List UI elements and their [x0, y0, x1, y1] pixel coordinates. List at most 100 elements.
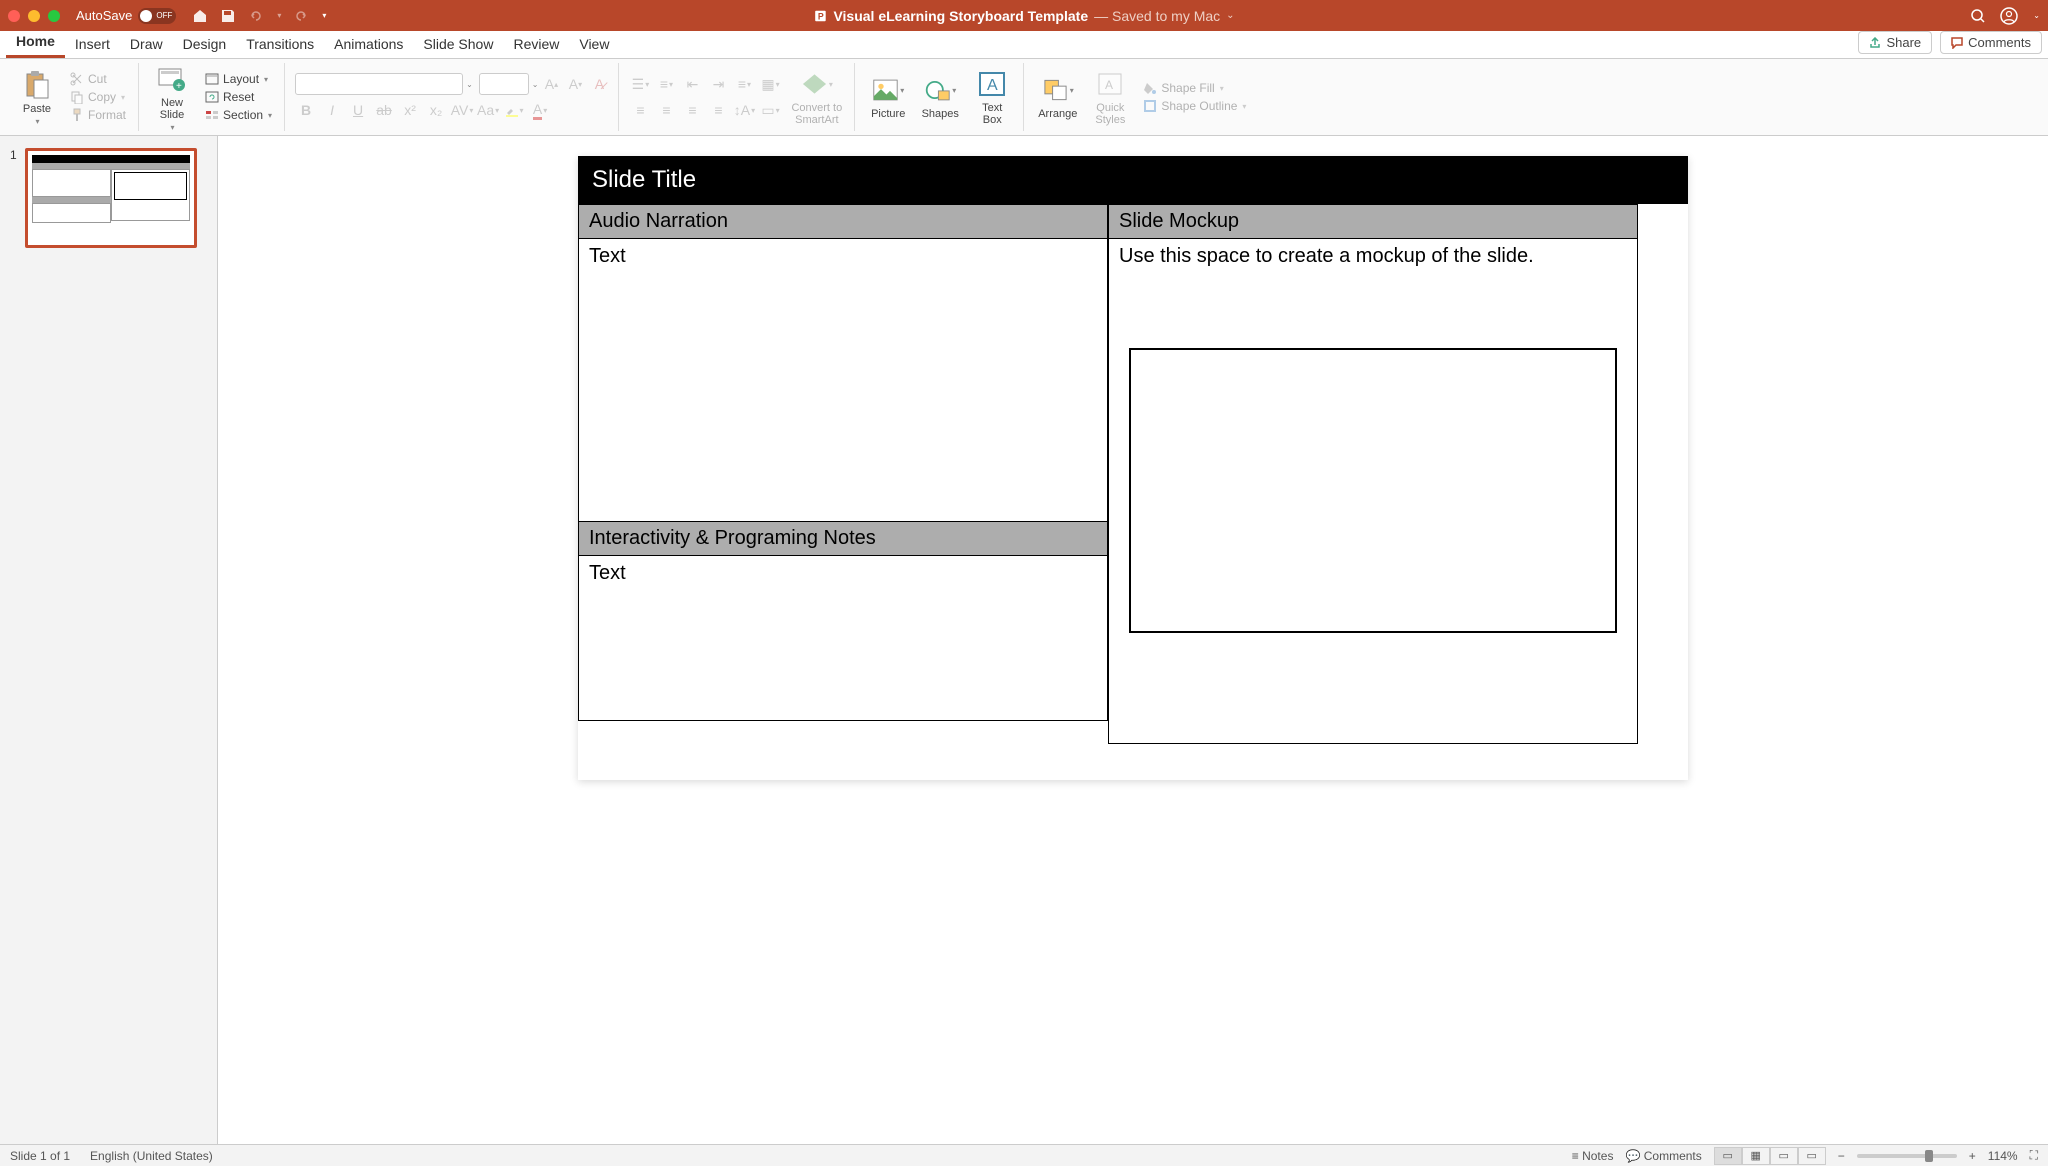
slide[interactable]: Slide Title Audio Narration Text Interac…: [578, 156, 1688, 780]
font-color-button[interactable]: A▾: [529, 99, 551, 121]
slide-title[interactable]: Slide Title: [578, 156, 1688, 204]
section-button[interactable]: Section▾: [201, 107, 276, 123]
ribbon-tabs: Home Insert Draw Design Transitions Anim…: [0, 31, 2048, 59]
document-title[interactable]: P Visual eLearning Storyboard Template —…: [813, 8, 1234, 24]
zoom-in-button[interactable]: +: [1969, 1149, 1976, 1163]
qat-customize[interactable]: ▾: [322, 11, 326, 20]
superscript-button[interactable]: x²: [399, 99, 421, 121]
textbox-button[interactable]: A Text Box: [969, 66, 1015, 128]
shape-fill-button[interactable]: Shape Fill▾: [1139, 80, 1250, 96]
maximize-window-button[interactable]: [48, 10, 60, 22]
arrange-button[interactable]: ▾ Arrange: [1034, 72, 1081, 122]
copy-button[interactable]: Copy▾: [66, 89, 130, 105]
undo-dropdown[interactable]: ▾: [277, 11, 281, 20]
cut-button[interactable]: Cut: [66, 71, 130, 87]
account-dropdown[interactable]: ⌄: [2033, 11, 2040, 20]
reading-view-button[interactable]: ▭: [1770, 1147, 1798, 1165]
redo-icon[interactable]: [293, 8, 309, 24]
quick-styles-button[interactable]: A Quick Styles: [1087, 66, 1133, 128]
tab-draw[interactable]: Draw: [120, 32, 173, 58]
chevron-down-icon[interactable]: ⌄: [1226, 10, 1234, 21]
slide-canvas[interactable]: Slide Title Audio Narration Text Interac…: [218, 136, 2048, 1144]
shapes-button[interactable]: ▾ Shapes: [917, 72, 963, 122]
language-status[interactable]: English (United States): [90, 1149, 213, 1163]
justify-button[interactable]: ≡: [707, 99, 729, 121]
clear-format-button[interactable]: A̷: [588, 73, 610, 95]
mockup-placeholder-box[interactable]: [1129, 348, 1617, 633]
text-direction-button[interactable]: ↕A▾: [733, 99, 755, 121]
increase-indent-button[interactable]: ⇥: [707, 73, 729, 95]
layout-button[interactable]: Layout▾: [201, 71, 276, 87]
tab-design[interactable]: Design: [173, 32, 237, 58]
autosave-control: AutoSave OFF: [76, 8, 176, 24]
undo-icon[interactable]: [248, 8, 264, 24]
fit-to-window-button[interactable]: ⛶: [2030, 1148, 2038, 1163]
chevron-down-icon[interactable]: ⌄: [532, 80, 539, 89]
mockup-body[interactable]: Use this space to create a mockup of the…: [1109, 239, 1638, 744]
sorter-view-button[interactable]: ▦: [1742, 1147, 1770, 1165]
align-right-button[interactable]: ≡: [681, 99, 703, 121]
subscript-button[interactable]: x₂: [425, 99, 447, 121]
autosave-toggle[interactable]: OFF: [138, 8, 176, 24]
shape-outline-button[interactable]: Shape Outline▾: [1139, 98, 1250, 114]
tab-home[interactable]: Home: [6, 29, 65, 58]
bold-button[interactable]: B: [295, 99, 317, 121]
reset-button[interactable]: Reset: [201, 89, 276, 105]
audio-narration-header[interactable]: Audio Narration: [578, 204, 1108, 239]
search-icon[interactable]: [1970, 8, 1986, 24]
convert-smartart-button[interactable]: ▾ Convert to SmartArt: [787, 66, 846, 128]
tab-insert[interactable]: Insert: [65, 32, 120, 58]
decrease-indent-button[interactable]: ⇤: [681, 73, 703, 95]
thumbnail-number: 1: [10, 148, 17, 248]
picture-button[interactable]: ▾ Picture: [865, 72, 911, 122]
interactivity-body[interactable]: Text: [578, 556, 1108, 721]
line-spacing-button[interactable]: ≡▾: [733, 73, 755, 95]
account-icon[interactable]: [2000, 7, 2018, 25]
slideshow-view-button[interactable]: ▭: [1798, 1147, 1826, 1165]
tab-transitions[interactable]: Transitions: [236, 32, 324, 58]
decrease-font-button[interactable]: A▾: [564, 73, 586, 95]
font-size-input[interactable]: [479, 73, 529, 95]
paste-button[interactable]: Paste ▾: [14, 67, 60, 128]
save-icon[interactable]: [220, 8, 236, 24]
home-icon[interactable]: [192, 8, 208, 24]
mockup-header[interactable]: Slide Mockup: [1109, 204, 1638, 239]
chevron-down-icon: ▾: [35, 117, 39, 126]
zoom-out-button[interactable]: −: [1838, 1149, 1845, 1163]
numbering-button[interactable]: ≡▾: [655, 73, 677, 95]
notes-toggle[interactable]: ≡ Notes: [1572, 1149, 1614, 1163]
zoom-level[interactable]: 114%: [1988, 1149, 2018, 1163]
strike-button[interactable]: ab: [373, 99, 395, 121]
bullets-button[interactable]: ☰▾: [629, 73, 651, 95]
tab-animations[interactable]: Animations: [324, 32, 413, 58]
chevron-down-icon[interactable]: ⌄: [466, 80, 473, 89]
underline-button[interactable]: U: [347, 99, 369, 121]
italic-button[interactable]: I: [321, 99, 343, 121]
char-spacing-button[interactable]: AV▾: [451, 99, 473, 121]
doc-title-text: Visual eLearning Storyboard Template: [833, 8, 1088, 24]
close-window-button[interactable]: [8, 10, 20, 22]
slide-thumbnail-1[interactable]: [25, 148, 197, 248]
slide-counter[interactable]: Slide 1 of 1: [10, 1149, 70, 1163]
increase-font-button[interactable]: A▴: [540, 73, 562, 95]
align-center-button[interactable]: ≡: [655, 99, 677, 121]
comments-button[interactable]: Comments: [1940, 31, 2042, 54]
change-case-button[interactable]: Aa▾: [477, 99, 499, 121]
align-left-button[interactable]: ≡: [629, 99, 651, 121]
align-text-button[interactable]: ▭▾: [759, 99, 781, 121]
tab-review[interactable]: Review: [503, 32, 569, 58]
new-slide-button[interactable]: + New Slide ▾: [149, 61, 195, 134]
comments-toggle[interactable]: 💬 Comments: [1625, 1149, 1701, 1163]
normal-view-button[interactable]: ▭: [1714, 1147, 1742, 1165]
share-button[interactable]: Share: [1858, 31, 1932, 54]
tab-view[interactable]: View: [569, 32, 619, 58]
columns-button[interactable]: ▦▾: [759, 73, 781, 95]
zoom-slider[interactable]: [1857, 1154, 1957, 1158]
audio-narration-body[interactable]: Text: [578, 239, 1108, 522]
interactivity-header[interactable]: Interactivity & Programing Notes: [578, 522, 1108, 556]
highlight-button[interactable]: ▾: [503, 99, 525, 121]
tab-slideshow[interactable]: Slide Show: [413, 32, 503, 58]
minimize-window-button[interactable]: [28, 10, 40, 22]
font-name-input[interactable]: [295, 73, 463, 95]
format-painter-button[interactable]: Format: [66, 107, 130, 123]
